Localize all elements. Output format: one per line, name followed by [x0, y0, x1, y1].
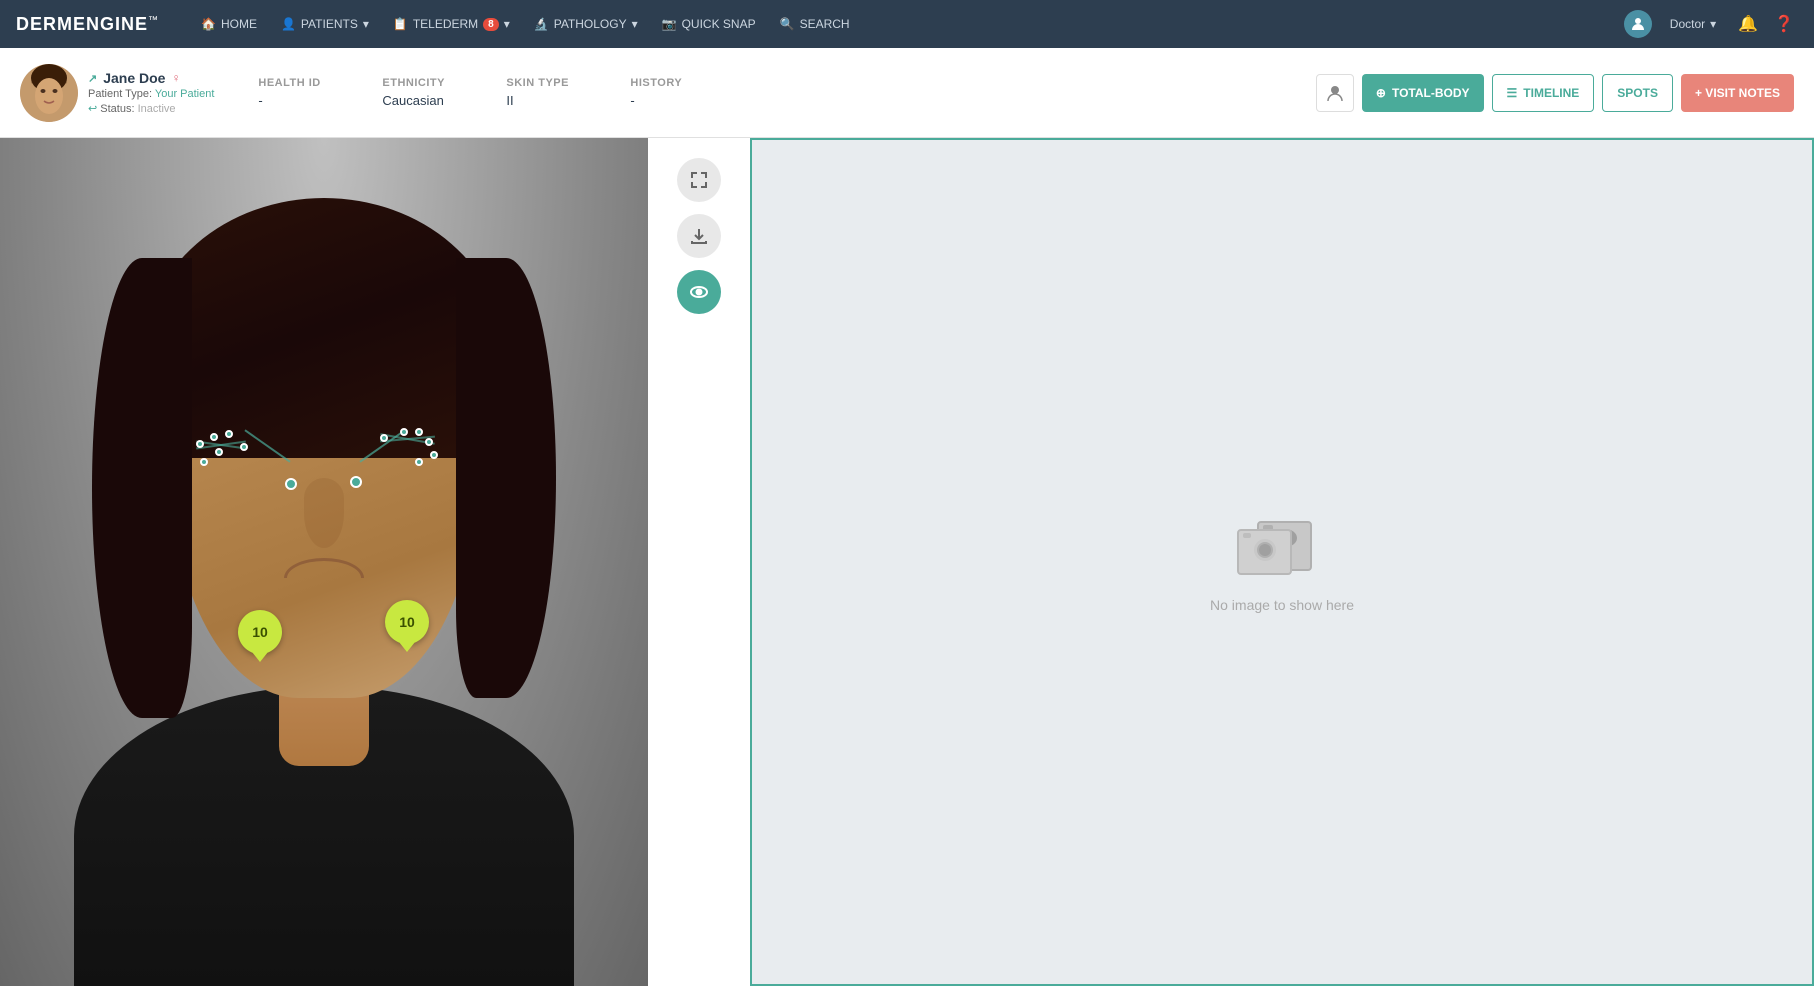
brand-trademark: ™: [148, 15, 159, 26]
nav-right: Doctor ▾ 🔔 ❓: [1624, 10, 1798, 38]
patient-type-value: Your Patient: [155, 88, 215, 100]
tracking-dot-5: [200, 458, 208, 466]
tracking-dot-r3: [415, 428, 423, 436]
patient-type-row: Patient Type: Your Patient: [88, 88, 214, 100]
tracking-dot-r4: [425, 438, 433, 446]
patient-info: ↗ Jane Doe ♀ Patient Type: Your Patient …: [88, 70, 214, 115]
tracking-dot-r5: [430, 451, 438, 459]
user-avatar[interactable]: [1624, 10, 1652, 38]
nav-patients[interactable]: 👤 PATIENTS ▾: [271, 11, 379, 37]
no-image-icon: [1237, 511, 1327, 581]
patients-icon: 👤: [281, 17, 296, 31]
image-sidebar: [648, 138, 750, 986]
history-label: History: [630, 77, 730, 89]
patient-status-row: ↩ Status: Inactive: [88, 102, 214, 115]
fullscreen-button[interactable]: [677, 158, 721, 202]
tracking-dot-r2: [400, 428, 408, 436]
tracking-dot-2: [210, 433, 218, 441]
timeline-button[interactable]: ☰ TIMELINE: [1492, 74, 1595, 112]
skin-type-field: Skin Type II: [506, 77, 606, 108]
patient-profile-button[interactable]: [1316, 74, 1354, 112]
spots-button[interactable]: SPOTS: [1602, 74, 1673, 112]
ethnicity-value: Caucasian: [382, 93, 482, 108]
health-id-value: -: [258, 93, 358, 108]
health-id-field: Health ID -: [258, 77, 358, 108]
nav-telederm[interactable]: 📋 TELEDERM 8 ▾: [383, 11, 520, 37]
brand-name-light: DERM: [16, 14, 73, 34]
brand-logo[interactable]: DERMENGINE™: [16, 14, 159, 35]
search-icon: 🔍: [780, 17, 795, 31]
nose-bridge-dot-2: [350, 476, 362, 488]
tracking-dot-4: [215, 448, 223, 456]
visit-notes-button[interactable]: + VISIT NOTES: [1681, 74, 1794, 112]
brand-name-bold: ENGINE: [73, 14, 148, 34]
patient-header: ↗ Jane Doe ♀ Patient Type: Your Patient …: [0, 48, 1814, 138]
nav-items: 🏠 HOME 👤 PATIENTS ▾ 📋 TELEDERM 8 ▾ 🔬 PAT…: [191, 11, 1624, 37]
chevron-down-icon-pathology: ▾: [632, 17, 638, 31]
user-menu[interactable]: Doctor ▾: [1660, 11, 1726, 37]
ethnicity-label: Ethnicity: [382, 77, 482, 89]
tracking-dot-r6: [415, 458, 423, 466]
patient-avatar-area: ↗ Jane Doe ♀ Patient Type: Your Patient …: [20, 64, 214, 122]
download-button[interactable]: [677, 214, 721, 258]
chevron-down-icon: ▾: [363, 17, 369, 31]
skin-type-label: Skin Type: [506, 77, 606, 89]
nav-quick-snap[interactable]: 📷 QUICK SNAP: [652, 11, 766, 37]
nose-bridge-dot: [285, 478, 297, 490]
notification-icon[interactable]: 🔔: [1734, 10, 1762, 38]
chevron-down-icon-user: ▾: [1710, 17, 1716, 31]
telederm-icon: 📋: [393, 17, 408, 31]
right-panel: No image to show here: [750, 138, 1814, 986]
history-field: History -: [630, 77, 730, 108]
nav-home[interactable]: 🏠 HOME: [191, 11, 267, 37]
chevron-down-icon-telederm: ▾: [504, 17, 510, 31]
body-icon: ⊕: [1376, 86, 1386, 100]
ethnicity-field: Ethnicity Caucasian: [382, 77, 482, 108]
arrow-icon: ↩: [88, 103, 97, 115]
gender-icon: ♀: [171, 71, 180, 85]
share-icon: ↗: [88, 72, 97, 85]
home-icon: 🏠: [201, 17, 216, 31]
tracking-dot-r1: [380, 434, 388, 442]
total-body-button[interactable]: ⊕ TOTAL-BODY: [1362, 74, 1484, 112]
patient-full-name: Jane Doe: [103, 70, 165, 86]
tracking-dot-6: [240, 443, 248, 451]
nav-pathology[interactable]: 🔬 PATHOLOGY ▾: [524, 11, 648, 37]
nav-search[interactable]: 🔍 SEARCH: [770, 11, 860, 37]
tracking-dot-3: [225, 430, 233, 438]
help-icon[interactable]: ❓: [1770, 10, 1798, 38]
visibility-button[interactable]: [677, 270, 721, 314]
tracking-dot-1: [196, 440, 204, 448]
health-id-label: Health ID: [258, 77, 358, 89]
telederm-badge: 8: [483, 18, 499, 31]
patient-actions: ⊕ TOTAL-BODY ☰ TIMELINE SPOTS + VISIT NO…: [1316, 74, 1794, 112]
spot-marker-left[interactable]: 10: [238, 610, 282, 654]
pathology-icon: 🔬: [534, 17, 549, 31]
spot-marker-right[interactable]: 10: [385, 600, 429, 644]
status-value: Inactive: [138, 103, 176, 115]
patient-name-row: ↗ Jane Doe ♀: [88, 70, 214, 86]
timeline-icon: ☰: [1507, 86, 1518, 100]
patient-avatar: [20, 64, 78, 122]
image-panel: 10 10: [0, 138, 750, 986]
navbar: DERMENGINE™ 🏠 HOME 👤 PATIENTS ▾ 📋 TELEDE…: [0, 0, 1814, 48]
history-value: -: [630, 93, 730, 108]
no-image-text: No image to show here: [1210, 597, 1354, 613]
camera-icon: 📷: [662, 17, 677, 31]
main-content: 10 10: [0, 138, 1814, 986]
skin-type-value: II: [506, 93, 606, 108]
